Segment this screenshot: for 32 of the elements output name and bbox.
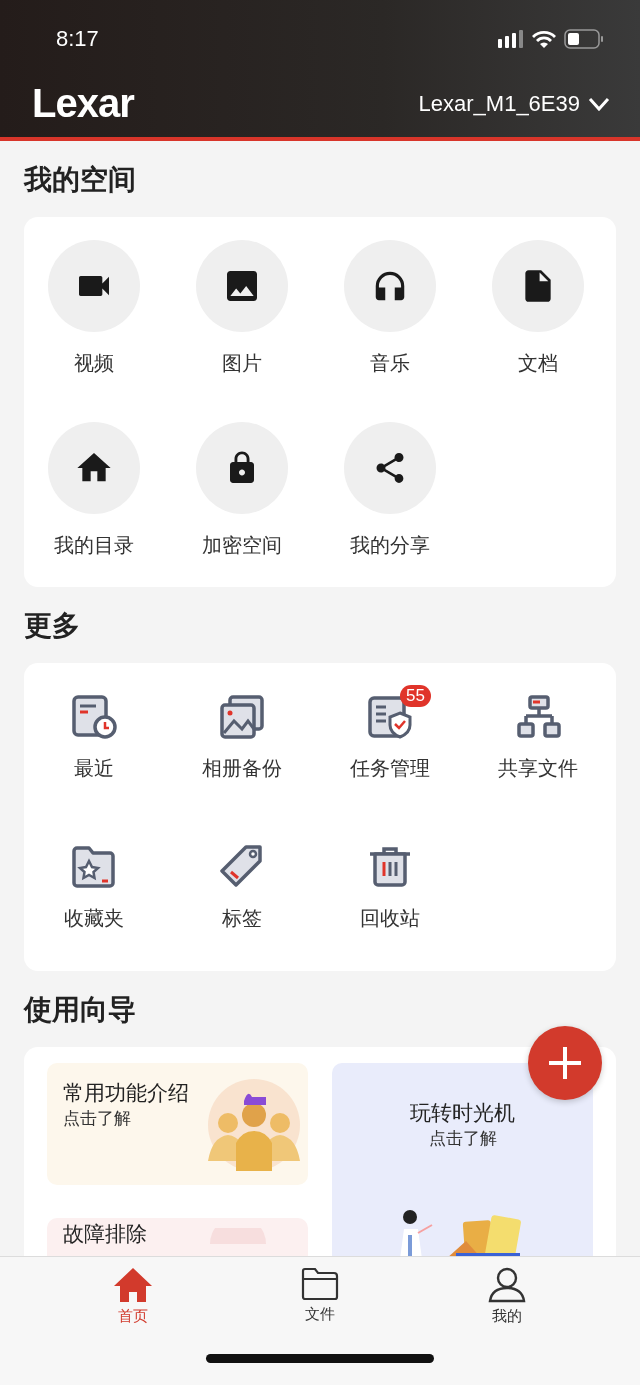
- section-title: 更多: [24, 608, 81, 644]
- guide-card[interactable]: 常用功能介绍 点击了解: [47, 1063, 308, 1185]
- item-label: 音乐: [370, 350, 410, 377]
- item-label: 文档: [518, 350, 558, 377]
- item-label: 任务管理: [350, 755, 430, 782]
- status-time: 8:17: [56, 26, 99, 52]
- item-label: 视频: [74, 350, 114, 377]
- item-label: 图片: [222, 350, 262, 377]
- tab[interactable]: 我的: [466, 1267, 547, 1326]
- item-label: 收藏夹: [64, 905, 124, 932]
- item-label: 回收站: [360, 905, 420, 932]
- tab[interactable]: 首页: [93, 1267, 174, 1326]
- guide-title: 玩转时光机: [410, 1100, 515, 1127]
- section-title: 我的空间: [24, 162, 137, 198]
- logo: Lexar: [32, 81, 134, 126]
- item-label: 加密空间: [202, 532, 282, 559]
- guide-title: 常用功能介绍: [63, 1080, 189, 1107]
- guide-subtitle: 点击了解: [428, 1127, 497, 1150]
- guide-subtitle: 点击了解: [63, 1107, 131, 1130]
- item-label: 最近: [74, 755, 114, 782]
- section-title: 使用向导: [24, 992, 137, 1028]
- device-selector[interactable]: Lexar_M1_6E39: [418, 90, 610, 117]
- guide-card[interactable]: 故障排除: [47, 1218, 308, 1256]
- item-label: 标签: [222, 905, 262, 932]
- item-label: 我的分享: [350, 532, 430, 559]
- count-badge: 55: [400, 685, 431, 707]
- guide-title: 故障排除: [63, 1221, 147, 1248]
- tab[interactable]: 文件: [280, 1267, 360, 1326]
- item-label: 我的目录: [54, 532, 134, 559]
- item-label: 相册备份: [202, 755, 282, 782]
- item-label: 共享文件: [498, 755, 578, 782]
- guide-card[interactable]: 玩转时光机 点击了解: [332, 1063, 593, 1256]
